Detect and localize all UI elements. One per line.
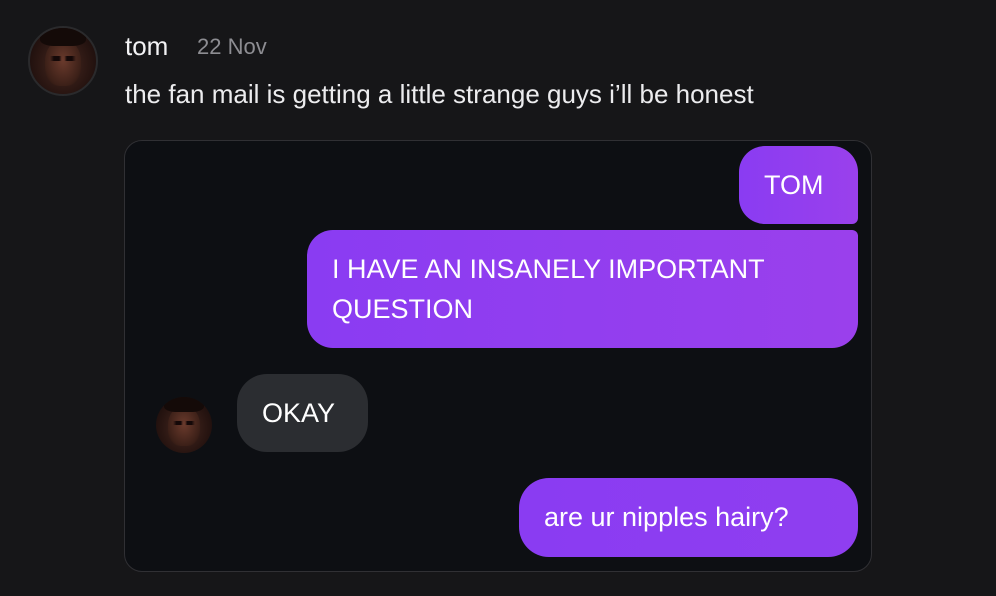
sent-message-bubble: are ur nipples hairy?: [519, 478, 858, 557]
message-text: OKAY: [262, 398, 336, 428]
avatar-hair: [164, 397, 204, 413]
avatar-hair: [39, 28, 87, 46]
author-avatar[interactable]: [28, 26, 98, 96]
message-text-line-1: I HAVE AN INSANELY IMPORTANT: [332, 254, 765, 284]
message-screenshot-embed[interactable]: TOM I HAVE AN INSANELY IMPORTANT QUESTIO…: [124, 140, 872, 572]
avatar-eyes: [172, 420, 196, 425]
avatar-face: [168, 407, 200, 447]
message-text-line-2: QUESTION: [332, 294, 474, 324]
sender-avatar: [156, 397, 212, 453]
post-date[interactable]: 22 Nov: [197, 32, 267, 62]
message-text: are ur nipples hairy?: [544, 502, 789, 532]
avatar-face: [44, 39, 82, 87]
avatar-eyes: [49, 55, 77, 61]
message-text: TOM: [764, 170, 824, 200]
author-name[interactable]: tom: [125, 28, 168, 64]
received-message-bubble: OKAY: [237, 374, 368, 452]
sent-message-bubble: I HAVE AN INSANELY IMPORTANT QUESTION: [307, 230, 858, 348]
post-text: the fan mail is getting a little strange…: [125, 79, 754, 109]
sent-message-bubble: TOM: [739, 146, 858, 224]
